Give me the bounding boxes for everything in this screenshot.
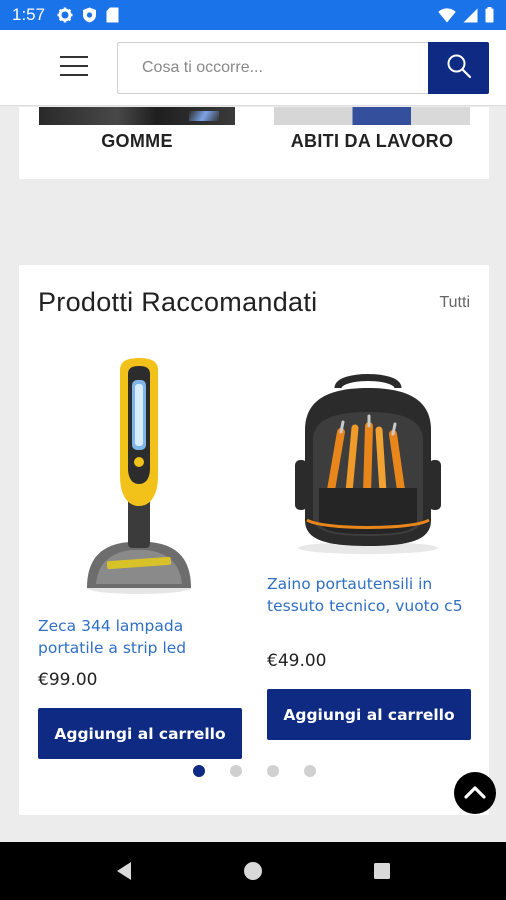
- all-link[interactable]: Tutti: [439, 294, 470, 312]
- categories-card: GOMME ABITI DA LAVORO: [19, 107, 489, 179]
- lamp-product-icon[interactable]: [38, 352, 240, 600]
- add-to-cart-button[interactable]: Aggiungi al carrello: [38, 708, 242, 759]
- product-name[interactable]: Zeca 344 lampada portatile a strip led: [38, 615, 240, 659]
- hamburger-icon[interactable]: [56, 52, 92, 82]
- carousel-dot[interactable]: [230, 765, 242, 777]
- system-nav-bar: [0, 842, 506, 900]
- category-image-abiti[interactable]: [274, 107, 470, 125]
- scroll-to-top-button[interactable]: [454, 772, 496, 814]
- shield-icon: [82, 7, 97, 23]
- status-bar: 1:57: [0, 0, 506, 30]
- carousel-dot[interactable]: [267, 765, 279, 777]
- recents-icon[interactable]: [362, 851, 402, 891]
- status-time: 1:57: [12, 5, 46, 24]
- battery-icon: [485, 7, 494, 23]
- category-label-abiti[interactable]: ABITI DA LAVORO: [274, 131, 470, 152]
- backpack-product-icon[interactable]: [267, 365, 469, 560]
- product-price: €99.00: [38, 670, 98, 690]
- search-input[interactable]: [117, 42, 429, 94]
- chevron-up-icon: [464, 784, 486, 803]
- gear-icon: [57, 7, 73, 23]
- product-name[interactable]: Zaino portautensili in tessuto tecnico, …: [267, 573, 469, 617]
- home-icon[interactable]: [233, 851, 273, 891]
- recommended-products-card: Prodotti Raccomandati Tutti Zeca 344 lam…: [19, 265, 489, 815]
- app-header: [0, 30, 506, 106]
- category-label-gomme[interactable]: GOMME: [39, 131, 235, 152]
- back-icon[interactable]: [104, 851, 144, 891]
- category-image-gomme[interactable]: [39, 107, 235, 125]
- carousel-dot[interactable]: [304, 765, 316, 777]
- carousel-dot[interactable]: [193, 765, 205, 777]
- wifi-icon: [438, 7, 456, 23]
- add-to-cart-button[interactable]: Aggiungi al carrello: [267, 689, 471, 740]
- search-icon: [446, 53, 472, 83]
- sd-card-icon: [106, 7, 119, 23]
- product-price: €49.00: [267, 651, 327, 671]
- search-button[interactable]: [428, 42, 489, 94]
- carousel-dots: [193, 765, 316, 777]
- signal-icon: [463, 8, 478, 23]
- section-title: Prodotti Raccomandati: [38, 287, 318, 317]
